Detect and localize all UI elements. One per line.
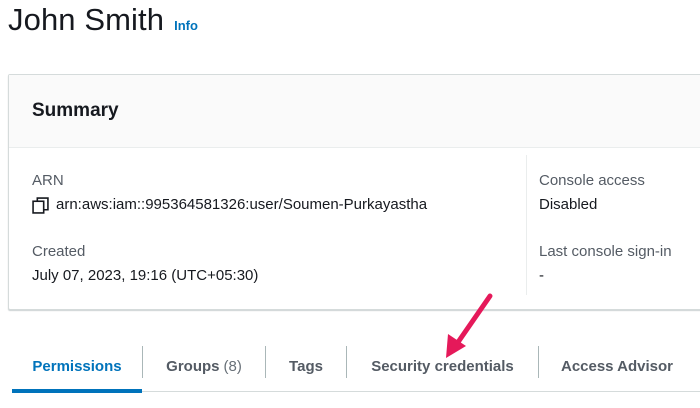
created-label: Created: [32, 243, 86, 260]
last-signin-label: Last console sign-in: [539, 243, 672, 260]
tab-groups-count: (8): [223, 357, 242, 375]
summary-title: Summary: [32, 100, 119, 121]
console-access-field: Console access Disabled: [539, 172, 645, 214]
last-signin-field: Last console sign-in -: [539, 243, 672, 285]
tab-security-credentials[interactable]: Security credentials: [347, 340, 538, 392]
tab-permissions[interactable]: Permissions: [12, 340, 142, 393]
tab-tags-label: Tags: [289, 357, 323, 375]
tab-access-advisor[interactable]: Access Advisor: [539, 340, 695, 392]
copy-icon[interactable]: [32, 196, 49, 214]
arn-value: arn:aws:iam::995364581326:user/Soumen-Pu…: [56, 196, 428, 213]
summary-header: Summary: [9, 75, 700, 148]
tab-security-credentials-label: Security credentials: [371, 357, 514, 375]
tab-access-advisor-label: Access Advisor: [560, 357, 673, 375]
tab-bar: Permissions Groups (8) Tags Security cre…: [12, 340, 700, 393]
arn-label: ARN: [32, 172, 64, 189]
info-link[interactable]: Info: [174, 18, 198, 33]
console-access-value: Disabled: [539, 196, 598, 213]
console-access-label: Console access: [539, 172, 645, 189]
page-title: John Smith: [8, 2, 165, 37]
summary-card: Summary ARN arn:aws:iam::995364581326:us…: [8, 74, 700, 310]
arn-value-row: arn:aws:iam::995364581326:user/Soumen-Pu…: [32, 196, 427, 214]
created-value: July 07, 2023, 19:16 (UTC+05:30): [32, 267, 259, 284]
column-divider: [526, 155, 527, 295]
arn-field: ARN arn:aws:iam::995364581326:user/Soume…: [32, 172, 427, 214]
last-signin-value: -: [539, 267, 544, 284]
tab-permissions-label: Permissions: [32, 357, 122, 375]
tab-groups-label: Groups: [166, 357, 220, 375]
page-header: John Smith Info: [8, 2, 198, 48]
tab-tags[interactable]: Tags: [266, 340, 346, 392]
tab-groups[interactable]: Groups (8): [143, 340, 265, 392]
created-field: Created July 07, 2023, 19:16 (UTC+05:30): [32, 243, 258, 285]
